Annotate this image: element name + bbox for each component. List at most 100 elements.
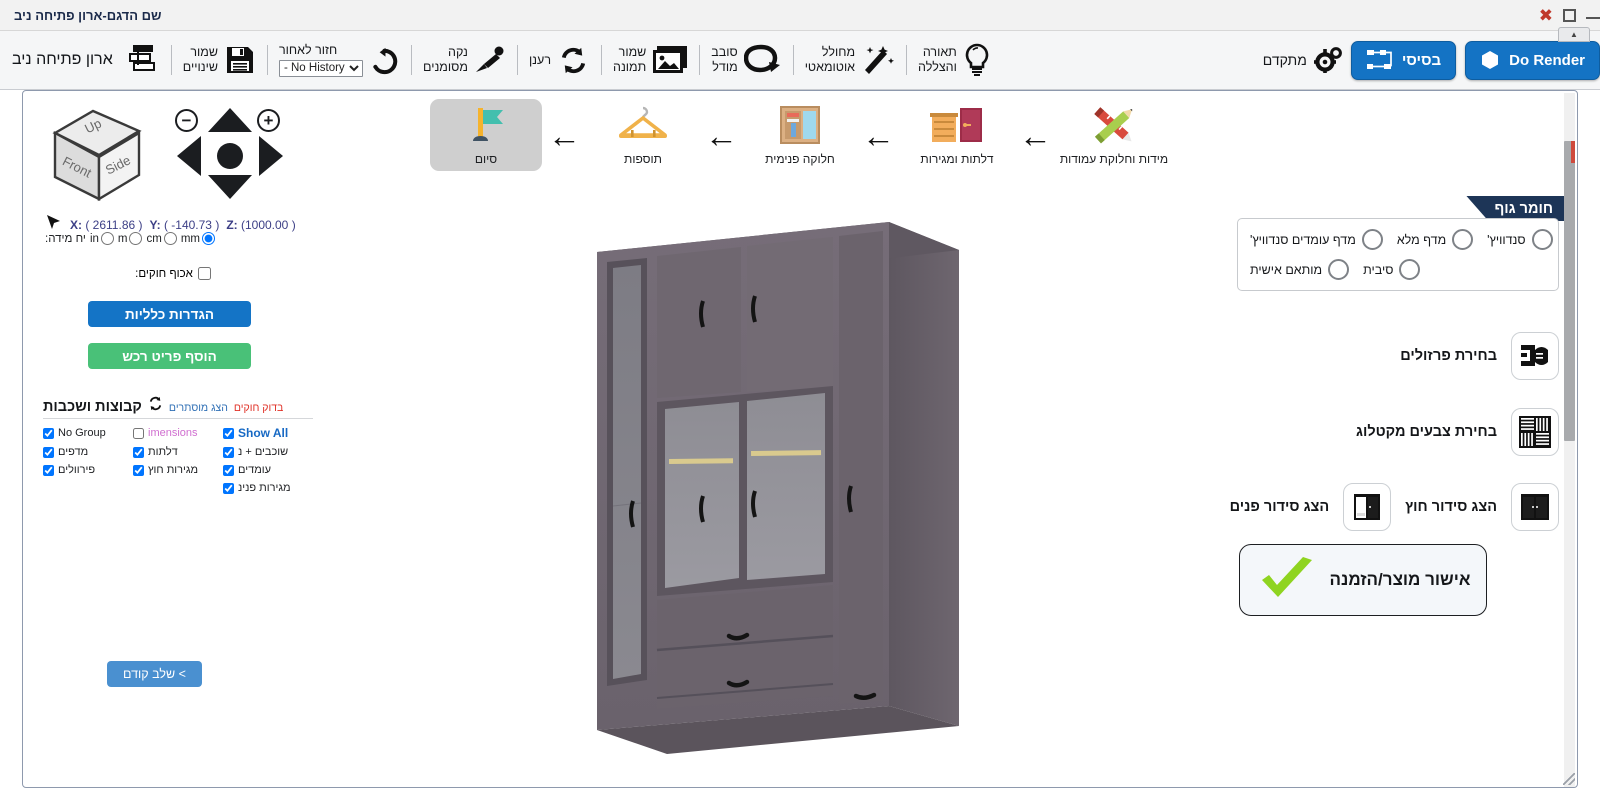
radio-icon[interactable]	[1531, 229, 1553, 250]
confirm-order-button[interactable]: אישור מוצר/הזמנה	[1239, 544, 1487, 616]
unit-option-m[interactable]: m	[118, 232, 143, 245]
layer-checkbox[interactable]	[43, 427, 54, 439]
brand-title: ארון פתיחה ניב	[12, 51, 113, 68]
pan-up-button[interactable]	[208, 108, 252, 132]
toolbar-item-save-image[interactable]: שמור תמונה	[604, 34, 697, 86]
radio-icon[interactable]	[1399, 259, 1421, 280]
step-doors-drawers[interactable]: דלתות ומגירות	[901, 99, 1013, 171]
toolbar-item-undo[interactable]: חזור לאחור - No History	[270, 34, 409, 86]
layer-checkbox[interactable]	[223, 464, 234, 476]
coord-y: Y: ( -140.73 )	[150, 218, 220, 232]
layer-checkbox[interactable]	[223, 427, 234, 439]
zoom-out-button[interactable]: −	[175, 109, 198, 132]
unit-option-cm[interactable]: cm	[146, 232, 177, 245]
zoom-in-button[interactable]: +	[257, 109, 280, 132]
basic-mode-button[interactable]: בסיסי	[1350, 40, 1457, 80]
toolbar-item-save-changes[interactable]: שמור שינויים	[174, 34, 265, 86]
toolbar-label-line1: שמור	[618, 45, 647, 60]
history-select[interactable]: - No History	[278, 59, 363, 77]
step-finish[interactable]: סיום	[430, 99, 542, 171]
step-label: חלוקה פנימית	[765, 152, 835, 166]
layer-inner-drawers[interactable]: מגירות פנינ	[223, 482, 313, 494]
close-icon[interactable]: ✖	[1539, 7, 1553, 24]
layer-checkbox[interactable]	[43, 446, 54, 458]
unit-radio-mm[interactable]	[202, 232, 215, 245]
toolbar-item-clear-marked[interactable]: נקה מסומנים	[414, 34, 515, 86]
pan-down-button[interactable]	[208, 175, 252, 199]
step-label: סיום	[474, 152, 498, 166]
pan-right-button[interactable]	[259, 136, 283, 176]
toolbar-item-auto-generator[interactable]: מחולל אוטומאטי	[796, 34, 904, 86]
color-catalog-button[interactable]	[1511, 408, 1559, 456]
maximize-icon[interactable]	[1563, 8, 1576, 22]
material-option-particleboard[interactable]: סיבית	[1363, 259, 1421, 280]
toolbar-item-refresh[interactable]: רענן	[520, 34, 599, 86]
resize-grip[interactable]	[1563, 773, 1575, 785]
vertical-scrollbar[interactable]	[1564, 93, 1575, 787]
do-render-button[interactable]: Do Render	[1465, 40, 1600, 80]
layer-checkbox[interactable]	[223, 446, 234, 458]
general-settings-button[interactable]: הגדרות כלליות	[88, 301, 251, 327]
step-label: תוספות	[624, 152, 662, 166]
layer-label: Show All	[238, 426, 289, 440]
step-dimensions-columns[interactable]: מידות וחלוקת עמודות	[1058, 99, 1170, 171]
refresh-icon[interactable]	[148, 396, 163, 414]
check-rules-link[interactable]: בדוק חוקים	[234, 402, 283, 414]
confirm-order-label: אישור מוצר/הזמנה	[1329, 570, 1471, 589]
previous-step-button[interactable]: > שלב קודם	[107, 661, 202, 687]
radio-icon[interactable]	[1328, 259, 1350, 280]
layer-no-group[interactable]: No Group	[43, 426, 133, 440]
show-interior-label: הצג סידור פנים	[1229, 499, 1330, 515]
layer-shelves[interactable]: מדפים	[43, 446, 133, 458]
layer-doors[interactable]: דלתות	[133, 446, 223, 458]
layer-standing[interactable]: עומדים	[223, 464, 313, 476]
material-option-standing-sandwich[interactable]: מדף עומדים סנדוויץ'	[1250, 229, 1383, 250]
toolbar-item-rotate-model[interactable]: סובב מודל	[702, 34, 790, 86]
layer-checkbox[interactable]	[223, 482, 234, 494]
unit-radio-in[interactable]	[100, 232, 114, 245]
material-option-sandwich[interactable]: סנדוויץ'	[1487, 229, 1553, 250]
show-hidden-link[interactable]: הצג מוסתרים	[169, 402, 228, 414]
wardrobe-interior-icon	[777, 102, 823, 148]
toolbar-divider	[792, 45, 794, 75]
toolbar-label-line1: נקה	[448, 45, 468, 60]
scrollbar-thumb[interactable]	[1564, 141, 1575, 441]
pan-left-button[interactable]	[177, 136, 201, 176]
layer-show-all[interactable]: Show All	[223, 426, 313, 440]
layer-checkbox[interactable]	[133, 446, 144, 458]
step-accessories[interactable]: תוספות	[587, 99, 699, 171]
step-interior-division[interactable]: חלוקה פנימית	[744, 99, 856, 171]
coord-y-label: Y:	[149, 217, 161, 232]
material-option-full-shelf[interactable]: מדף מלא	[1397, 229, 1474, 250]
layer-lying-plus[interactable]: שוכבים + נ	[223, 446, 313, 458]
layer-checkbox[interactable]	[133, 464, 144, 476]
view-cube[interactable]: Up Front Side	[45, 105, 149, 205]
radio-icon[interactable]	[1361, 229, 1383, 250]
wardrobe-render[interactable]	[571, 206, 991, 766]
unit-option-in[interactable]: in	[90, 232, 114, 245]
hardware-handle-button[interactable]	[1511, 332, 1559, 380]
advanced-settings-button[interactable]: מתקדם	[1263, 47, 1342, 73]
reset-view-button[interactable]	[217, 143, 243, 169]
layer-checkbox[interactable]	[133, 427, 144, 439]
add-purchase-item-button[interactable]: הוסף פריט רכש	[88, 343, 251, 369]
layer-checkbox[interactable]	[43, 464, 54, 476]
toolbar-item-lighting-shading[interactable]: תאורה והצללה	[909, 34, 1000, 86]
wardrobe-3d-model[interactable]	[571, 206, 991, 766]
enforce-rules-row: אכוף חוקים:	[23, 267, 323, 280]
layers-stack-icon[interactable]	[127, 43, 157, 77]
unit-radio-m[interactable]	[129, 232, 143, 245]
enforce-rules-checkbox[interactable]	[197, 267, 211, 280]
collapse-toolbar-button[interactable]: ▲	[1558, 27, 1590, 42]
minimize-icon[interactable]	[1586, 17, 1600, 19]
show-interior-button[interactable]	[1343, 483, 1392, 531]
color-catalog-row: בחירת צבעים מקטלוג	[1356, 408, 1559, 456]
unit-radio-cm[interactable]	[163, 232, 177, 245]
radio-icon[interactable]	[1452, 229, 1474, 250]
show-exterior-button[interactable]	[1511, 483, 1559, 531]
layer-outer-drawers[interactable]: מגירות חוץ	[133, 464, 223, 476]
material-option-custom[interactable]: מותאם אישית	[1250, 259, 1350, 280]
unit-option-mm[interactable]: mm	[181, 232, 215, 245]
layer-hardware[interactable]: פירוולים	[43, 464, 133, 476]
layer-dimensions[interactable]: imensions	[133, 426, 223, 440]
